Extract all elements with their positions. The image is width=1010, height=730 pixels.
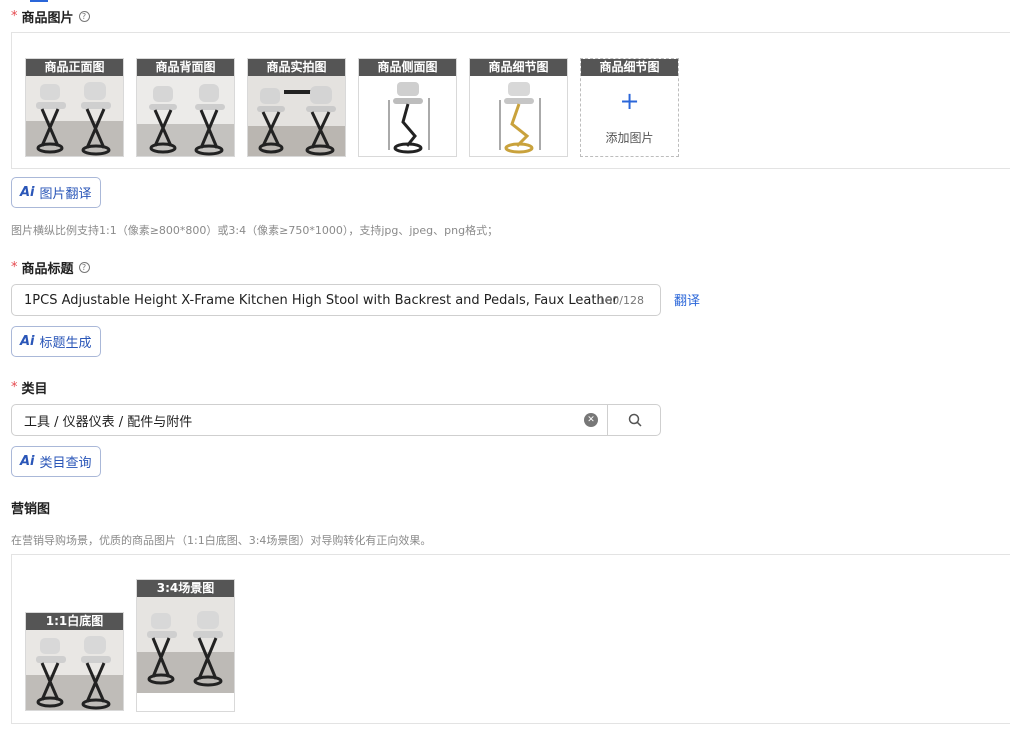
translate-link[interactable]: 翻译 (674, 290, 700, 309)
add-image-button[interactable]: 商品细节图 + 添加图片 (580, 58, 679, 157)
ai-icon: Ai (20, 334, 35, 349)
ai-icon: Ai (20, 454, 35, 469)
image-caption: 商品细节图 (470, 59, 567, 76)
title-label-text: 商品标题 (21, 262, 74, 277)
product-image-detail[interactable]: 商品细节图 (469, 58, 568, 157)
title-generate-button[interactable]: Ai 标题生成 (11, 326, 101, 357)
stool-photo (137, 597, 234, 693)
product-image-front[interactable]: 商品正面图 (25, 58, 124, 157)
stool-diagram (470, 76, 567, 156)
add-image-label: 添加图片 (605, 131, 654, 145)
clear-circle-icon[interactable]: ✕ (584, 413, 598, 427)
stool-photo (137, 76, 234, 156)
category-label-text: 类目 (21, 382, 48, 397)
stool-photo (26, 76, 123, 156)
question-circle-icon[interactable]: ? (78, 262, 90, 273)
ai-icon: Ai (20, 185, 35, 200)
category-label: * 类目 (11, 378, 48, 397)
active-tab-indicator (30, 0, 48, 2)
required-mark: * (11, 380, 18, 395)
marketing-panel: 1:1白底图 3:4场景图 (11, 554, 1010, 724)
images-label-text: 商品图片 (21, 11, 74, 26)
title-input-value: 1PCS Adjustable Height X-Frame Kitchen H… (24, 292, 619, 308)
images-label: * 商品图片 ? (11, 7, 90, 26)
category-input[interactable]: 工具 / 仪器仪表 / 配件与附件 (11, 404, 661, 436)
marketing-label: 营销图 (11, 498, 50, 517)
marketing-label-text: 营销图 (11, 502, 51, 517)
search-icon (628, 413, 642, 427)
image-caption: 商品正面图 (26, 59, 123, 76)
stool-photo (248, 76, 345, 156)
category-input-value: 工具 / 仪器仪表 / 配件与附件 (24, 414, 193, 430)
category-query-button[interactable]: Ai 类目查询 (11, 446, 101, 477)
image-caption: 商品细节图 (581, 59, 678, 76)
image-caption: 1:1白底图 (26, 613, 123, 630)
category-search-button[interactable] (607, 404, 661, 436)
image-caption: 商品实拍图 (248, 59, 345, 76)
product-image-side[interactable]: 商品侧面图 (358, 58, 457, 157)
stool-photo (26, 630, 123, 710)
image-caption: 商品背面图 (137, 59, 234, 76)
title-label: * 商品标题 ? (11, 258, 90, 277)
product-image-back[interactable]: 商品背面图 (136, 58, 235, 157)
char-count: 100/128 (598, 293, 644, 307)
plus-icon: + (619, 87, 640, 115)
marketing-image-square[interactable]: 1:1白底图 (25, 612, 124, 711)
image-caption: 3:4场景图 (137, 580, 234, 597)
question-circle-icon[interactable]: ? (78, 11, 90, 22)
required-mark: * (11, 260, 18, 275)
image-translate-label: 图片翻译 (39, 187, 92, 202)
required-mark: * (11, 9, 18, 24)
title-input[interactable]: 1PCS Adjustable Height X-Frame Kitchen H… (11, 284, 661, 316)
marketing-hint: 在营销导购场景，优质的商品图片（1:1白底图、3:4场景图）对导购转化有正向效果… (11, 534, 432, 547)
marketing-image-scene[interactable]: 3:4场景图 (136, 579, 235, 712)
image-format-hint: 图片横纵比例支持1:1（像素≥800*800）或3:4（像素≥750*1000）… (11, 224, 499, 237)
category-query-label: 类目查询 (39, 456, 92, 471)
image-translate-button[interactable]: Ai 图片翻译 (11, 177, 101, 208)
product-image-real[interactable]: 商品实拍图 (247, 58, 346, 157)
images-panel: 商品正面图 商品背面图 商品实拍图 商品侧面图 商品细节图 商品细节图 + 添加… (11, 32, 1010, 169)
image-caption: 商品侧面图 (359, 59, 456, 76)
title-generate-label: 标题生成 (39, 336, 92, 351)
stool-diagram (359, 76, 456, 156)
